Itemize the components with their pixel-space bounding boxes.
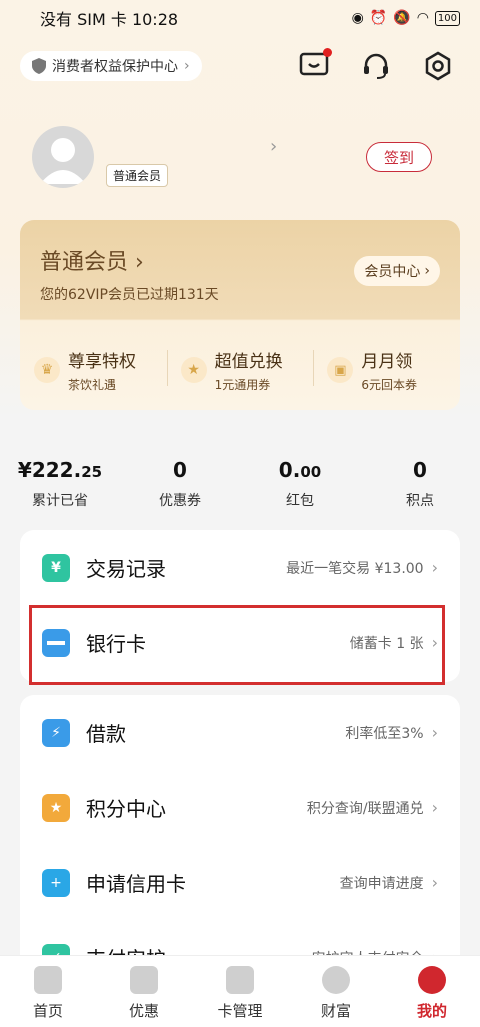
settings-button[interactable] <box>422 50 454 82</box>
perk-exchange[interactable]: ★ 超值兑换 1元通用券 <box>166 340 314 400</box>
chevron-right-icon: › <box>431 873 438 892</box>
perk-subtitle: 1元通用券 <box>214 378 271 392</box>
list-item-points-center[interactable]: ★ 积分中心 积分查询/联盟通兑 › <box>20 770 460 845</box>
message-button[interactable] <box>298 48 332 82</box>
eye-icon: ◉ <box>351 10 364 26</box>
status-icons: ◉ ⏰ 🔕 ◠ 100 <box>352 10 460 26</box>
perk-title: 超值兑换 <box>214 352 283 372</box>
credit-card-add-icon: + <box>42 868 70 897</box>
crown-icon: ♛ <box>34 357 60 383</box>
tab-label: 财富 <box>320 1002 351 1020</box>
row-title: 积分中心 <box>86 797 166 821</box>
row-detail: 利率低至3% › <box>345 723 438 742</box>
stat-value: 0 <box>413 458 427 482</box>
chevron-right-icon: › <box>431 798 438 817</box>
offers-icon <box>130 966 158 994</box>
consumer-protection-label: 消费者权益保护中心 <box>52 59 178 75</box>
lightning-icon: ⚡ <box>42 718 70 747</box>
row-detail: 积分查询/联盟通兑 › <box>306 798 438 817</box>
top-header: 消费者权益保护中心 › <box>20 48 460 82</box>
member-center-button[interactable]: 会员中心 › <box>354 256 440 286</box>
chevron-right-icon[interactable]: › <box>270 136 277 157</box>
shield-icon <box>32 58 46 74</box>
row-detail: 最近一笔交易 ¥13.00 › <box>286 558 438 577</box>
consumer-protection-button[interactable]: 消费者权益保护中心 › <box>20 51 202 81</box>
notification-dot <box>323 48 332 57</box>
tab-home[interactable]: 首页 <box>0 956 96 1027</box>
perk-subtitle: 茶饮礼遇 <box>68 378 117 392</box>
row-detail: 查询申请进度 › <box>339 873 438 892</box>
headset-icon <box>364 53 388 79</box>
user-icon <box>40 138 86 184</box>
tab-wealth[interactable]: 财富 <box>288 956 384 1027</box>
stat-label: 优惠券 <box>159 493 201 509</box>
signin-button[interactable]: 签到 <box>366 142 432 172</box>
profile-section: 普通会员 › 签到 <box>32 126 452 190</box>
stat-points[interactable]: 0 积点 <box>360 458 480 518</box>
stat-value: 0 <box>173 458 187 482</box>
alarm-icon: ⏰ <box>369 10 388 26</box>
stat-coupons[interactable]: 0 优惠券 <box>120 458 240 518</box>
row-title: 借款 <box>86 722 126 746</box>
profile-icon <box>418 966 446 994</box>
tab-mine[interactable]: 我的 <box>384 956 480 1027</box>
stat-value: 0.00 <box>278 458 322 482</box>
list-item-transactions[interactable]: ¥ 交易记录 最近一笔交易 ¥13.00 › <box>20 530 460 605</box>
ticket-icon: ▣ <box>327 357 354 383</box>
account-stats: ¥222.25 累计已省 0 优惠券 0.00 红包 0 积点 <box>0 458 480 518</box>
vip-title[interactable]: 普通会员 › <box>40 244 144 276</box>
row-title: 交易记录 <box>86 557 166 581</box>
star-icon: ★ <box>180 357 207 383</box>
member-level-tag: 普通会员 <box>106 164 169 187</box>
perk-title: 尊享特权 <box>68 352 136 372</box>
bottom-tab-bar: 首页 优惠 卡管理 财富 我的 <box>0 955 480 1027</box>
perk-privilege[interactable]: ♛ 尊享特权 茶饮礼遇 <box>20 340 167 400</box>
tab-card-management[interactable]: 卡管理 <box>192 956 288 1027</box>
stat-label: 累计已省 <box>32 493 88 509</box>
stat-label: 积点 <box>406 493 434 509</box>
customer-service-button[interactable] <box>360 50 392 82</box>
stat-saved[interactable]: ¥222.25 累计已省 <box>0 458 120 518</box>
perk-monthly[interactable]: ▣ 月月领 6元回本券 <box>313 340 460 400</box>
card-icon <box>226 966 254 994</box>
list-item-credit-card-apply[interactable]: + 申请信用卡 查询申请进度 › <box>20 845 460 920</box>
status-bar: 没有 SIM 卡 10:28 ◉ ⏰ 🔕 ◠ 100 <box>0 0 480 36</box>
gear-icon <box>425 51 451 81</box>
tab-label: 我的 <box>416 1002 447 1020</box>
services-card: ⚡ 借款 利率低至3% › ★ 积分中心 积分查询/联盟通兑 › + 申请信用卡 查… <box>20 695 460 995</box>
perk-subtitle: 6元回本券 <box>361 378 417 392</box>
wifi-icon: ◠ <box>416 10 429 26</box>
stat-label: 红包 <box>286 493 314 509</box>
perk-title: 月月领 <box>361 352 413 372</box>
row-title: 申请信用卡 <box>86 872 186 896</box>
battery-icon: 100 <box>434 10 460 26</box>
member-center-label: 会员中心 <box>364 264 421 280</box>
tab-label: 首页 <box>32 1002 63 1020</box>
chevron-right-icon: › <box>431 558 438 577</box>
chevron-right-icon: › <box>431 723 438 742</box>
vip-subtitle: 您的62VIP会员已过期131天 <box>40 287 219 303</box>
chevron-right-icon: › <box>184 58 190 74</box>
tab-offers[interactable]: 优惠 <box>96 956 192 1027</box>
tab-label: 优惠 <box>128 1002 159 1020</box>
stat-redpack[interactable]: 0.00 红包 <box>240 458 360 518</box>
home-icon <box>34 966 62 994</box>
stat-value: ¥222.25 <box>17 458 103 482</box>
receipt-icon: ¥ <box>42 553 70 582</box>
highlight-box <box>29 605 445 685</box>
chevron-right-icon: › <box>424 263 430 279</box>
points-star-icon: ★ <box>42 793 70 822</box>
status-text: 没有 SIM 卡 10:28 <box>40 10 179 29</box>
vip-perks: ♛ 尊享特权 茶饮礼遇 ★ 超值兑换 1元通用券 ▣ 月月领 6元回本券 <box>20 340 460 400</box>
header-actions <box>298 48 454 82</box>
avatar[interactable] <box>32 126 94 188</box>
vip-card[interactable]: 普通会员 › 您的62VIP会员已过期131天 会员中心 › ♛ 尊享特权 茶饮… <box>20 220 460 410</box>
mute-icon: 🔕 <box>393 10 411 26</box>
tab-label: 卡管理 <box>217 1002 263 1020</box>
list-item-loan[interactable]: ⚡ 借款 利率低至3% › <box>20 695 460 770</box>
wealth-icon <box>322 966 350 994</box>
